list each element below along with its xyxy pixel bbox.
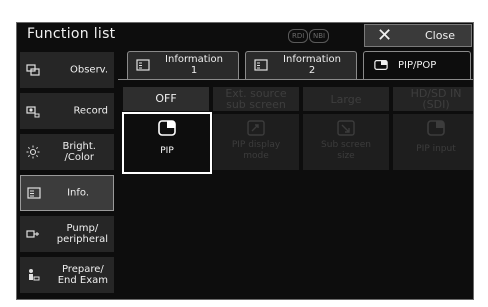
close-button[interactable]: ✕ Close — [364, 24, 472, 47]
pip-input-label: PIP input — [416, 144, 456, 154]
brightness-icon — [26, 145, 40, 159]
record-icon — [26, 106, 40, 118]
prepare-icon — [29, 269, 40, 281]
tab-information-1[interactable]: Information 1 — [127, 51, 239, 79]
title-bar: Function list RDI NBI ✕ Close — [17, 23, 473, 49]
rdi-badge: RDI — [288, 29, 309, 43]
nbi-badge: NBI — [309, 29, 330, 43]
sidebar-item-label: Info. — [67, 187, 89, 199]
sidebar-item-bright-color[interactable]: Bright. /Color — [20, 134, 114, 170]
tab-bar: Information 1 Information 2 PIP/POP — [118, 49, 473, 79]
observation-icon — [26, 64, 40, 76]
pip-input-icon — [427, 120, 445, 136]
sidebar-item-observ[interactable]: Observ. — [20, 52, 114, 88]
sidebar-item-label: Prepare/ End Exam — [57, 264, 108, 286]
sidebar-item-label: Pump/ peripheral — [56, 223, 108, 245]
function-list-window: Function list RDI NBI ✕ Close Observ. Re… — [16, 22, 474, 300]
close-icon: ✕ — [377, 25, 393, 46]
sidebar-item-label: Record — [73, 105, 108, 117]
sub-screen-size-icon — [337, 120, 355, 136]
ext-source-sub-screen-button[interactable]: Ext. source sub screen — [213, 87, 299, 111]
sub-screen-size-button[interactable]: Sub screen size — [303, 114, 389, 170]
pip-pop-panel: OFF Ext. source sub screen Large HD/SD I… — [118, 79, 473, 299]
large-button[interactable]: Large — [303, 87, 389, 111]
sidebar-item-label: Observ. — [69, 64, 108, 76]
pump-icon — [26, 230, 39, 238]
sidebar-item-info[interactable]: Info. — [20, 175, 114, 211]
sidebar: Observ. Record Bright. /Color Info. Pump… — [17, 49, 117, 299]
info-icon — [254, 59, 268, 71]
pip-display-mode-label: PIP display mode — [231, 140, 281, 161]
tab-information-2[interactable]: Information 2 — [245, 51, 357, 79]
info-icon — [136, 59, 150, 71]
tab-label: Information 1 — [165, 54, 223, 76]
pip-display-mode-icon — [247, 120, 265, 136]
sidebar-item-pump-peripheral[interactable]: Pump/ peripheral — [20, 216, 114, 252]
sub-screen-size-label: Sub screen size — [321, 140, 371, 161]
pip-button[interactable]: PIP — [122, 112, 212, 174]
pip-off-button[interactable]: OFF — [123, 87, 209, 111]
close-label: Close — [425, 29, 455, 42]
sidebar-item-label: Bright. /Color — [62, 141, 96, 163]
sidebar-item-prepare-end-exam[interactable]: Prepare/ End Exam — [20, 257, 114, 293]
pip-label: PIP — [160, 146, 174, 156]
content-area: Information 1 Information 2 PIP/POP OFF … — [118, 49, 473, 299]
pip-icon — [374, 60, 388, 70]
info-icon — [27, 187, 41, 199]
pip-display-mode-button[interactable]: PIP display mode — [213, 114, 299, 170]
tab-label: PIP/POP — [398, 60, 437, 71]
pip-icon — [158, 120, 176, 136]
sidebar-item-record[interactable]: Record — [20, 93, 114, 129]
pip-input-button[interactable]: PIP input — [393, 114, 473, 170]
window-title: Function list — [27, 26, 116, 42]
hd-sd-in-sdi-button[interactable]: HD/SD IN (SDI) — [393, 87, 473, 111]
tab-label: Information 2 — [283, 54, 341, 76]
tab-pip-pop[interactable]: PIP/POP — [363, 51, 471, 79]
